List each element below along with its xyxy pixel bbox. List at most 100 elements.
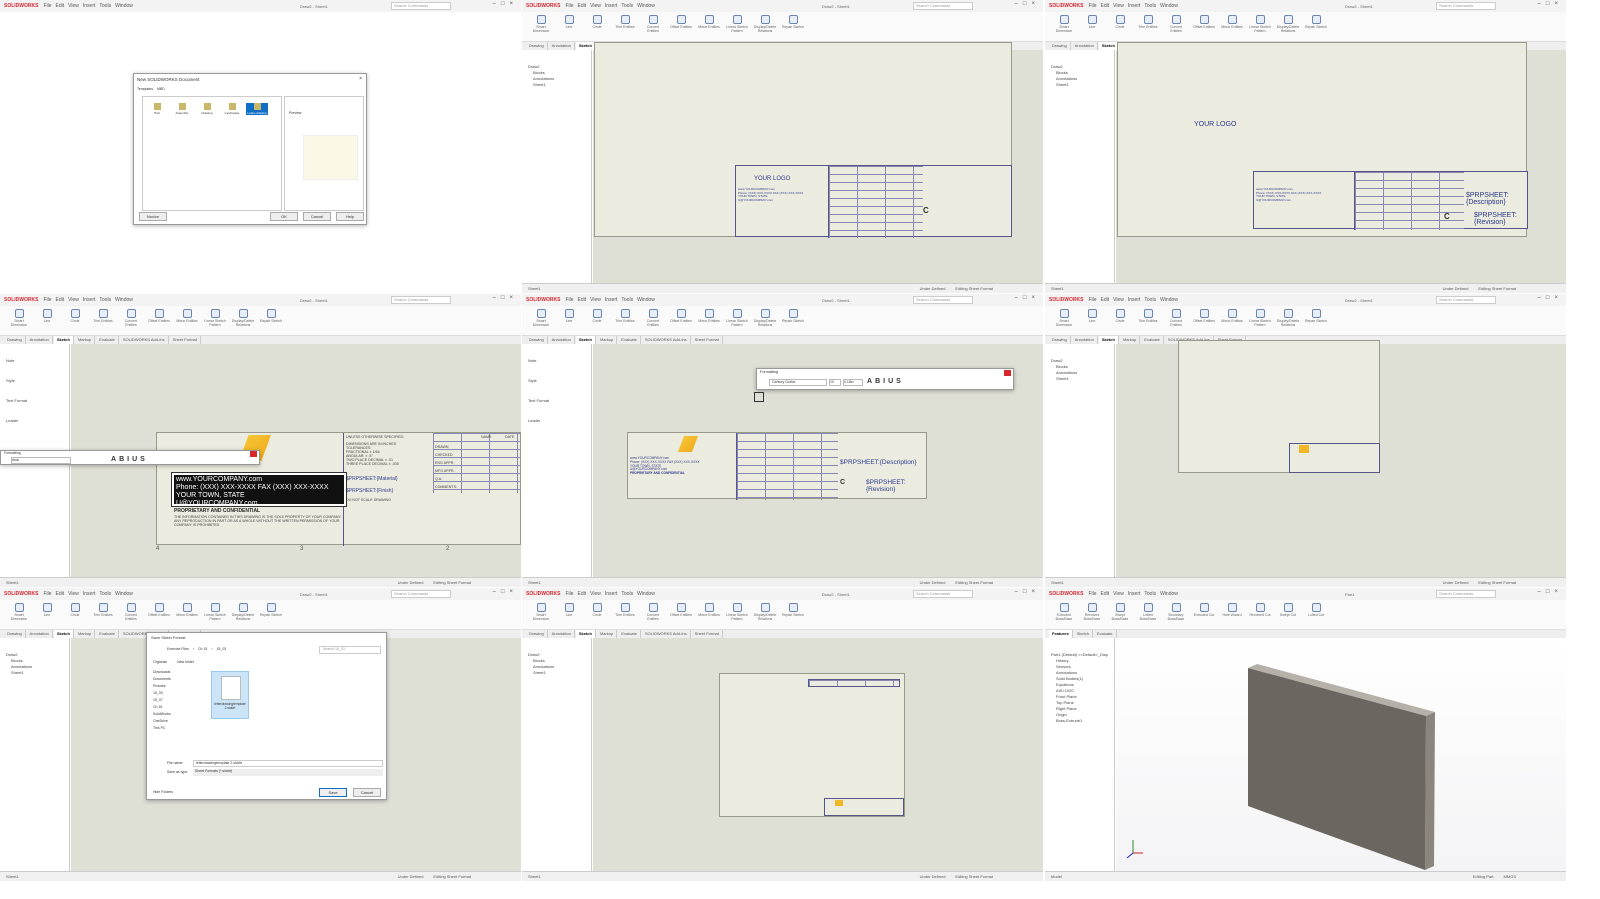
- tree-item[interactable]: Sheet1: [1051, 376, 1110, 382]
- breadcrumb[interactable]: Exercise Files › Ch 15 › 15_03: [167, 647, 307, 654]
- novice-button[interactable]: Novice: [139, 212, 167, 221]
- ribbon-button[interactable]: Convert Entities: [642, 603, 664, 626]
- ribbon-button[interactable]: Trim Entities: [614, 15, 636, 38]
- tab-drawing[interactable]: Drawing: [526, 42, 548, 50]
- format-s-button[interactable]: S: [140, 456, 145, 463]
- ribbon-button[interactable]: Line: [1081, 309, 1103, 332]
- ok-button[interactable]: OK: [270, 212, 298, 221]
- property-section[interactable]: Text Format: [528, 398, 587, 404]
- ribbon-button[interactable]: Convert Entities: [642, 15, 664, 38]
- ribbon-button[interactable]: Linear Sketch Pattern: [204, 309, 226, 332]
- menu-item[interactable]: View: [68, 3, 79, 9]
- ribbon-button[interactable]: Linear Sketch Pattern: [1249, 15, 1271, 38]
- property-section[interactable]: Leader: [6, 418, 65, 424]
- search-commands-input[interactable]: Search Commands: [1436, 296, 1496, 304]
- format-s-button[interactable]: S: [896, 378, 901, 385]
- menu-item[interactable]: View: [590, 297, 601, 303]
- template-item[interactable]: Part: [146, 103, 168, 115]
- menu-item[interactable]: Edit: [56, 591, 65, 597]
- menu-item[interactable]: File: [1088, 3, 1096, 9]
- organize-button[interactable]: Organize: [153, 660, 167, 664]
- menu-item[interactable]: Edit: [1101, 3, 1110, 9]
- ribbon-button[interactable]: Display/Delete Relations: [232, 603, 254, 626]
- ribbon-button[interactable]: Smart Dimension: [530, 309, 552, 332]
- ribbon-button[interactable]: Offset Entities: [1193, 309, 1215, 332]
- menu-item[interactable]: Edit: [578, 297, 587, 303]
- nav-item[interactable]: SolidWorks: [153, 711, 203, 718]
- ribbon-button[interactable]: Repair Sketch: [782, 603, 804, 626]
- ribbon-button[interactable]: Circle: [1109, 15, 1131, 38]
- menu-item[interactable]: Tools: [99, 297, 111, 303]
- tab-drawing[interactable]: Drawing: [1049, 42, 1071, 50]
- search-commands-input[interactable]: Search Commands: [913, 590, 973, 598]
- font-select[interactable]: Arial: [11, 457, 71, 464]
- ribbon-button[interactable]: Mirror Entities: [176, 309, 198, 332]
- sheet-tab[interactable]: Sheet1: [528, 286, 541, 291]
- cancel-button[interactable]: Cancel: [303, 212, 331, 221]
- ribbon-button[interactable]: Line: [36, 309, 58, 332]
- property-section[interactable]: Style: [528, 378, 587, 384]
- save-type-select[interactable]: Sheet Formats (*.slddrt): [193, 769, 383, 776]
- save-button[interactable]: Save: [319, 788, 347, 797]
- sheet-tab[interactable]: Sheet1: [6, 580, 19, 585]
- ribbon-button[interactable]: Circle: [1109, 309, 1131, 332]
- tab-markup[interactable]: Markup: [75, 336, 96, 344]
- tree-item[interactable]: Sheet1: [6, 670, 65, 676]
- ribbon-button[interactable]: Display/Delete Relations: [754, 15, 776, 38]
- menu-item[interactable]: View: [68, 591, 79, 597]
- menu-item[interactable]: File: [565, 297, 573, 303]
- font-size-select[interactable]: 10: [829, 379, 841, 386]
- sheet-tab[interactable]: Sheet1: [1051, 580, 1064, 585]
- help-button[interactable]: Help: [336, 212, 364, 221]
- ribbon-button[interactable]: Offset Entities: [670, 15, 692, 38]
- nav-item[interactable]: Ch 15: [153, 704, 203, 711]
- ribbon-button[interactable]: Repair Sketch: [260, 309, 282, 332]
- ribbon-button[interactable]: Smart Dimension: [8, 309, 30, 332]
- ribbon-button[interactable]: Trim Entities: [92, 309, 114, 332]
- nav-item[interactable]: This PC: [153, 725, 203, 732]
- ribbon-button[interactable]: Offset Entities: [148, 309, 170, 332]
- tab-annotation[interactable]: Annotation: [549, 336, 575, 344]
- menu-item[interactable]: Insert: [83, 3, 96, 9]
- nav-item[interactable]: OneDrive: [153, 718, 203, 725]
- ribbon-button[interactable]: Offset Entities: [670, 309, 692, 332]
- new-folder-button[interactable]: New folder: [177, 660, 194, 664]
- window-controls[interactable]: –□×: [493, 589, 518, 595]
- ribbon-button[interactable]: Repair Sketch: [1305, 15, 1327, 38]
- tab-markup[interactable]: Markup: [597, 336, 618, 344]
- format-i-button[interactable]: I: [883, 378, 885, 385]
- ribbon-button[interactable]: Line: [558, 309, 580, 332]
- tab-sketch[interactable]: Sketch: [575, 42, 596, 50]
- file-item[interactable]: letterdrawingtemplate 2.slddrt: [211, 671, 249, 719]
- format-u-button[interactable]: U: [888, 378, 893, 385]
- tab-sheet-format[interactable]: Sheet Format: [692, 630, 723, 638]
- menu-item[interactable]: Insert: [83, 591, 96, 597]
- ribbon-button[interactable]: Convert Entities: [120, 603, 142, 626]
- tab-markup[interactable]: Markup: [1120, 336, 1141, 344]
- ribbon-button[interactable]: Circle: [64, 309, 86, 332]
- tab-mbd[interactable]: MBD: [157, 87, 165, 91]
- window-controls[interactable]: –□×: [1538, 1, 1563, 7]
- menu-item[interactable]: Window: [637, 297, 655, 303]
- ribbon-button[interactable]: Convert Entities: [642, 309, 664, 332]
- ribbon-button[interactable]: Linear Sketch Pattern: [1249, 309, 1271, 332]
- nav-item[interactable]: Downloads: [153, 669, 203, 676]
- format-a-button[interactable]: A: [867, 378, 872, 385]
- tab-solidworks-add-ins[interactable]: SOLIDWORKS Add-Ins: [642, 336, 691, 344]
- tab-sheet-format[interactable]: Sheet Format: [170, 336, 201, 344]
- search-commands-input[interactable]: Search Commands: [391, 296, 451, 304]
- property-section[interactable]: Leader: [528, 418, 587, 424]
- ribbon-button[interactable]: Display/Delete Relations: [232, 309, 254, 332]
- sheet-tab[interactable]: Sheet1: [528, 874, 541, 879]
- note-text-editor[interactable]: www.YOURCOMPANY.com Phone: (XXX) XXX-XXXX…: [171, 472, 347, 507]
- tab-drawing[interactable]: Drawing: [4, 336, 26, 344]
- ribbon-button[interactable]: Repair Sketch: [782, 15, 804, 38]
- ribbon-button[interactable]: Smart Dimension: [530, 15, 552, 38]
- tab-markup[interactable]: Markup: [75, 630, 96, 638]
- template-item[interactable]: Letter-drawing: [246, 103, 268, 115]
- menu-item[interactable]: File: [43, 3, 51, 9]
- menu-item[interactable]: Tools: [99, 591, 111, 597]
- tab-sketch[interactable]: Sketch: [575, 336, 596, 344]
- tab-sketch[interactable]: Sketch: [1098, 42, 1119, 50]
- menu-item[interactable]: Window: [1160, 3, 1178, 9]
